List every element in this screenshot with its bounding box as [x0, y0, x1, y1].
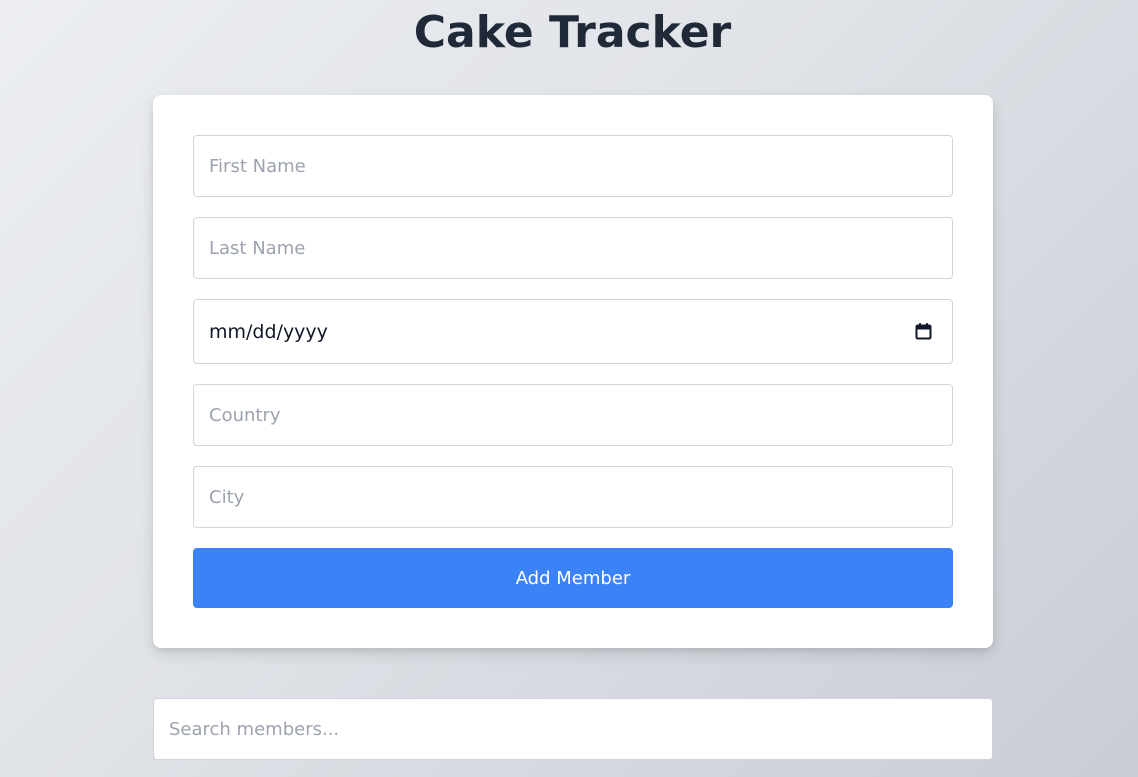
calendar-icon[interactable]: [912, 321, 934, 343]
page-title: Cake Tracker: [413, 7, 732, 58]
first-name-input[interactable]: [193, 135, 953, 197]
add-member-button[interactable]: Add Member: [193, 548, 953, 608]
birthday-date-input[interactable]: mm/dd/yyyy: [193, 299, 953, 364]
add-member-form-card: mm/dd/yyyy Add Member: [153, 95, 993, 648]
country-input[interactable]: [193, 384, 953, 446]
date-placeholder-text: mm/dd/yyyy: [209, 320, 328, 343]
last-name-input[interactable]: [193, 217, 953, 279]
city-input[interactable]: [193, 466, 953, 528]
search-members-input[interactable]: [153, 698, 993, 760]
